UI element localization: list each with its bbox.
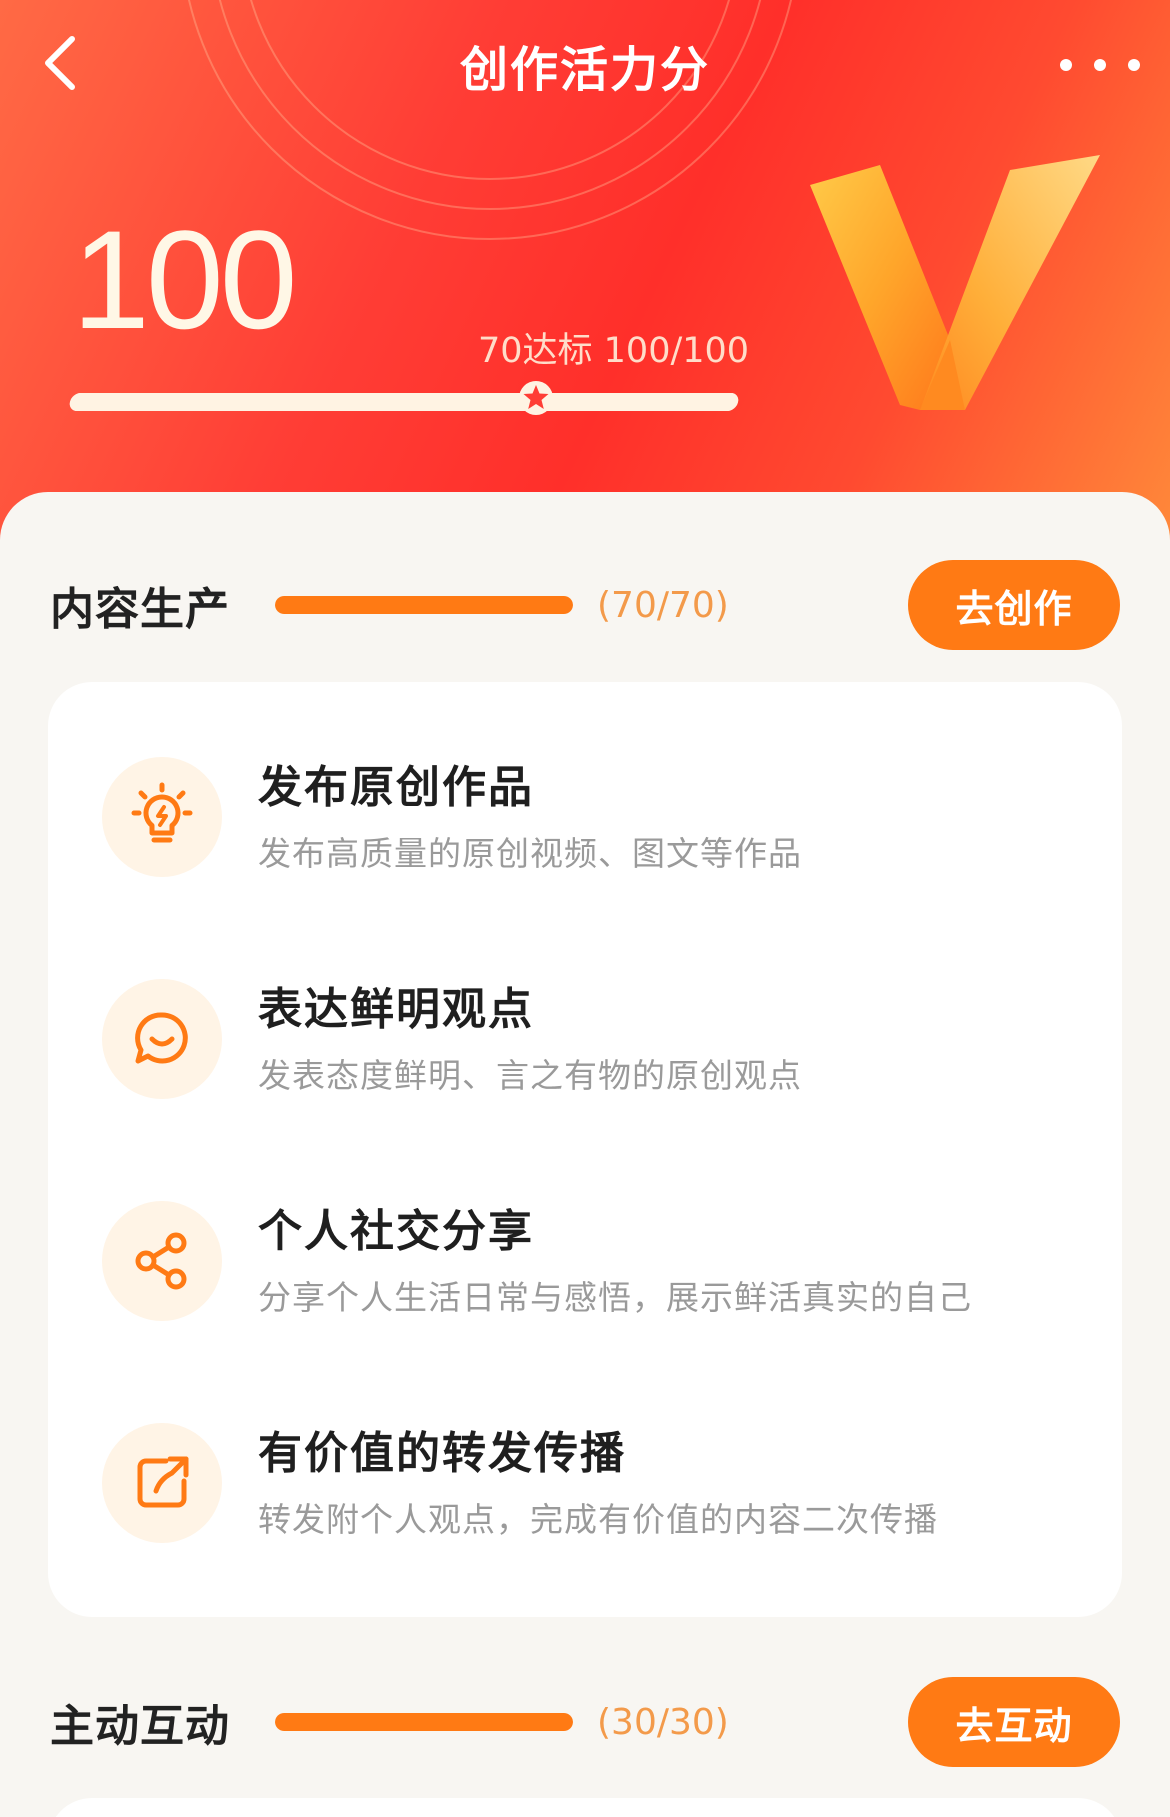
- smile-chat-icon: [102, 979, 222, 1099]
- task-description: 发表态度鲜明、言之有物的原创观点: [258, 1056, 802, 1095]
- list-item[interactable]: 表达鲜明观点 发表态度鲜明、言之有物的原创观点: [48, 979, 1122, 1159]
- list-item[interactable]: 发布原创作品 发布高质量的原创视频、图文等作品: [48, 757, 1122, 937]
- score-value: 100: [72, 201, 298, 358]
- section-progress-bar: [275, 596, 573, 614]
- section-progress-fill: [275, 596, 573, 614]
- section-count: (70/70): [597, 584, 729, 626]
- go-interact-button[interactable]: 去互动: [908, 1677, 1120, 1767]
- section-progress-fill: [275, 1713, 573, 1731]
- section-count: (30/30): [597, 1701, 729, 1743]
- section-progress-bar: [275, 1713, 573, 1731]
- task-description: 转发附个人观点，完成有价值的内容二次传播: [258, 1500, 938, 1539]
- forward-icon: [102, 1423, 222, 1543]
- task-description: 发布高质量的原创视频、图文等作品: [258, 834, 802, 873]
- section-active-interaction: 主动互动 (30/30) 去互动: [50, 1677, 1120, 1767]
- task-title: 表达鲜明观点: [258, 984, 534, 1035]
- share-icon: [102, 1201, 222, 1321]
- task-title: 有价值的转发传播: [258, 1428, 626, 1479]
- list-item[interactable]: 有价值的转发传播 转发附个人观点，完成有价值的内容二次传播: [48, 1423, 1122, 1603]
- score-progress-fill: [68, 393, 740, 411]
- more-horizontal-icon: [1128, 59, 1140, 71]
- more-horizontal-icon: [1060, 59, 1072, 71]
- hero-banner: 创作活力分 100 70达标 100/100: [0, 0, 1170, 560]
- score-progress-bar: [68, 393, 740, 411]
- section-title: 内容生产: [50, 584, 230, 635]
- more-button[interactable]: [1060, 40, 1140, 90]
- score-target-label: 70达标 100/100: [478, 331, 750, 371]
- section-title: 主动互动: [50, 1701, 230, 1752]
- section-content-production: 内容生产 (70/70) 去创作: [50, 560, 1120, 650]
- task-description: 分享个人生活日常与感悟，展示鲜活真实的自己: [258, 1278, 972, 1317]
- go-create-button[interactable]: 去创作: [908, 560, 1120, 650]
- next-task-list: [48, 1798, 1122, 1817]
- more-horizontal-icon: [1094, 59, 1106, 71]
- task-list: 发布原创作品 发布高质量的原创视频、图文等作品 表达鲜明观点 发表态度鲜明、言之…: [48, 682, 1122, 1617]
- task-title: 个人社交分享: [258, 1206, 534, 1257]
- lightbulb-icon: [102, 757, 222, 877]
- v-badge-icon: [810, 155, 1100, 410]
- threshold-star-icon: [518, 380, 554, 416]
- task-title: 发布原创作品: [258, 762, 534, 813]
- page-title: 创作活力分: [459, 42, 710, 98]
- list-item[interactable]: 个人社交分享 分享个人生活日常与感悟，展示鲜活真实的自己: [48, 1201, 1122, 1381]
